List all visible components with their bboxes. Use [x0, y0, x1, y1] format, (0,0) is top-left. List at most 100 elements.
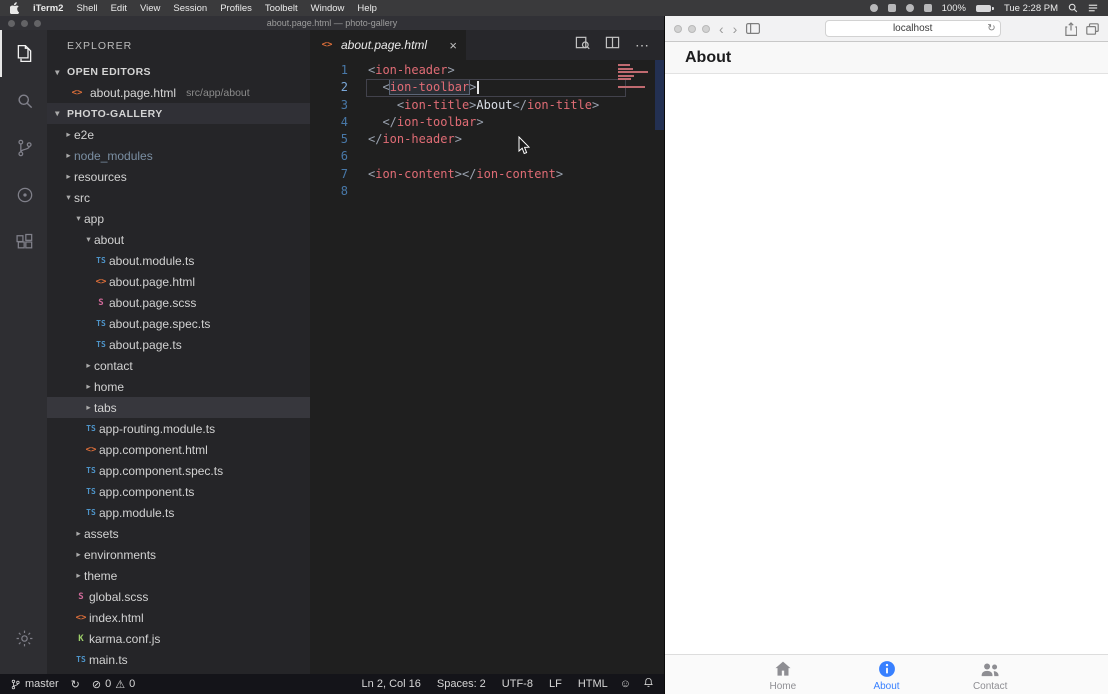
menu-profiles[interactable]: Profiles: [220, 3, 252, 14]
zoom-window-button[interactable]: [34, 20, 41, 27]
more-actions-icon[interactable]: ⋯: [635, 37, 650, 54]
status-item[interactable]: HTML: [578, 678, 608, 690]
split-editor-icon[interactable]: [605, 35, 620, 55]
vscode-title-bar[interactable]: about.page.html — photo-gallery: [0, 16, 664, 30]
status-item[interactable]: Spaces: 2: [437, 678, 486, 690]
address-bar[interactable]: localhost ↻: [825, 20, 1001, 37]
minimize-window-button[interactable]: [688, 25, 696, 33]
tree-file-about.page.spec.ts[interactable]: TSabout.page.spec.ts: [47, 313, 310, 334]
sidebar-toggle-icon[interactable]: [746, 23, 760, 34]
apple-menu[interactable]: [10, 2, 20, 14]
tree-file-about.module.ts[interactable]: TSabout.module.ts: [47, 250, 310, 271]
close-icon[interactable]: ×: [449, 38, 457, 53]
code-line-2[interactable]: 2 <ion-toolbar>: [310, 79, 664, 96]
tree-file-about.page.html[interactable]: <>about.page.html: [47, 271, 310, 292]
tree-folder-about[interactable]: ▾about: [47, 229, 310, 250]
open-editors-header[interactable]: ▾ OPEN EDITORS: [47, 62, 310, 82]
tree-folder-node_modules[interactable]: ▸node_modules: [47, 145, 310, 166]
line-number: 6: [310, 148, 348, 165]
menu-edit[interactable]: Edit: [111, 3, 127, 14]
explorer-icon[interactable]: [0, 30, 47, 77]
tree-file-app-routing.module.ts[interactable]: TSapp-routing.module.ts: [47, 418, 310, 439]
tree-folder-resources[interactable]: ▸resources: [47, 166, 310, 187]
menu-iterm2[interactable]: iTerm2: [33, 3, 63, 14]
sync-icon[interactable]: ↻: [71, 678, 80, 691]
project-section-header[interactable]: ▾ PHOTO-GALLERY: [47, 103, 310, 124]
tabs-overview-icon[interactable]: [1086, 23, 1099, 35]
code-line-4[interactable]: 4 </ion-toolbar>: [310, 114, 664, 131]
code-line-5[interactable]: 5</ion-header>: [310, 131, 664, 148]
tree-folder-home[interactable]: ▸home: [47, 376, 310, 397]
tree-file-main.ts[interactable]: TSmain.ts: [47, 649, 310, 670]
code-line-6[interactable]: 6: [310, 148, 664, 165]
debug-icon[interactable]: [0, 171, 47, 218]
code-line-1[interactable]: 1<ion-header>: [310, 62, 664, 79]
tree-folder-tabs[interactable]: ▸tabs: [47, 397, 310, 418]
problems-indicator[interactable]: ⊘ 0 ⚠ 0: [92, 678, 135, 691]
zoom-window-button[interactable]: [702, 25, 710, 33]
code-text: </ion-toolbar>: [348, 114, 484, 131]
code-editor[interactable]: 1<ion-header>2 <ion-toolbar>3 <ion-title…: [310, 60, 664, 674]
tree-file-about.page.ts[interactable]: TSabout.page.ts: [47, 334, 310, 355]
menu-view[interactable]: View: [140, 3, 160, 14]
search-icon[interactable]: [0, 77, 47, 124]
tree-file-about.page.scss[interactable]: Sabout.page.scss: [47, 292, 310, 313]
tree-folder-e2e[interactable]: ▸e2e: [47, 124, 310, 145]
tree-file-global.scss[interactable]: Sglobal.scss: [47, 586, 310, 607]
tab-home[interactable]: Home: [731, 655, 835, 694]
status-item[interactable]: Ln 2, Col 16: [362, 678, 421, 690]
tab-contact[interactable]: Contact: [938, 655, 1042, 694]
html-file-icon: <>: [69, 88, 85, 98]
share-icon[interactable]: [1065, 22, 1077, 36]
notification-center-icon[interactable]: [1088, 3, 1098, 13]
close-window-button[interactable]: [8, 20, 15, 27]
settings-gear-icon[interactable]: [0, 615, 47, 662]
menu-session[interactable]: Session: [173, 3, 207, 14]
tree-file-app.module.ts[interactable]: TSapp.module.ts: [47, 502, 310, 523]
editor-actions: ⋯: [575, 30, 664, 60]
status-icon[interactable]: [888, 4, 896, 12]
tab-about[interactable]: About: [835, 655, 939, 694]
notifications-bell-icon[interactable]: [643, 677, 654, 691]
tree-file-app.component.ts[interactable]: TSapp.component.ts: [47, 481, 310, 502]
extensions-icon[interactable]: [0, 218, 47, 265]
menu-window[interactable]: Window: [311, 3, 345, 14]
close-window-button[interactable]: [674, 25, 682, 33]
open-preview-icon[interactable]: [575, 35, 590, 55]
code-line-3[interactable]: 3 <ion-title>About</ion-title>: [310, 97, 664, 114]
menu-clock[interactable]: Tue 2:28 PM: [1004, 3, 1058, 14]
status-icon[interactable]: [924, 4, 932, 12]
tree-folder-src[interactable]: ▾src: [47, 187, 310, 208]
editor-tab-about-page-html[interactable]: <> about.page.html ×: [310, 30, 466, 60]
forward-button[interactable]: ›: [733, 22, 738, 36]
menu-toolbelt[interactable]: Toolbelt: [265, 3, 298, 14]
tree-folder-theme[interactable]: ▸theme: [47, 565, 310, 586]
tree-folder-app[interactable]: ▾app: [47, 208, 310, 229]
status-icon[interactable]: [906, 4, 914, 12]
reload-icon[interactable]: ↻: [987, 23, 995, 34]
code-line-8[interactable]: 8: [310, 183, 664, 200]
tree-file-app.component.html[interactable]: <>app.component.html: [47, 439, 310, 460]
status-icon[interactable]: [870, 4, 878, 12]
feedback-smiley-icon[interactable]: ☺: [620, 678, 631, 690]
tree-folder-contact[interactable]: ▸contact: [47, 355, 310, 376]
tree-file-karma.conf.js[interactable]: Kkarma.conf.js: [47, 628, 310, 649]
status-item[interactable]: UTF-8: [502, 678, 533, 690]
tree-file-index.html[interactable]: <>index.html: [47, 607, 310, 628]
status-item[interactable]: LF: [549, 678, 562, 690]
tree-folder-environments[interactable]: ▸environments: [47, 544, 310, 565]
minimize-window-button[interactable]: [21, 20, 28, 27]
menu-shell[interactable]: Shell: [76, 3, 97, 14]
back-button[interactable]: ‹: [719, 22, 724, 36]
spotlight-icon[interactable]: [1068, 3, 1078, 13]
minimap[interactable]: [618, 64, 650, 93]
open-editor-item[interactable]: <> about.page.html src/app/about: [47, 82, 310, 103]
tree-folder-assets[interactable]: ▸assets: [47, 523, 310, 544]
file-tree: ▸e2e▸node_modules▸resources▾src▾app▾abou…: [47, 124, 310, 674]
menu-help[interactable]: Help: [357, 3, 377, 14]
scrollbar[interactable]: [655, 60, 664, 130]
source-control-icon[interactable]: [0, 124, 47, 171]
code-line-7[interactable]: 7<ion-content></ion-content>: [310, 166, 664, 183]
branch-indicator[interactable]: master: [10, 678, 59, 690]
tree-file-app.component.spec.ts[interactable]: TSapp.component.spec.ts: [47, 460, 310, 481]
